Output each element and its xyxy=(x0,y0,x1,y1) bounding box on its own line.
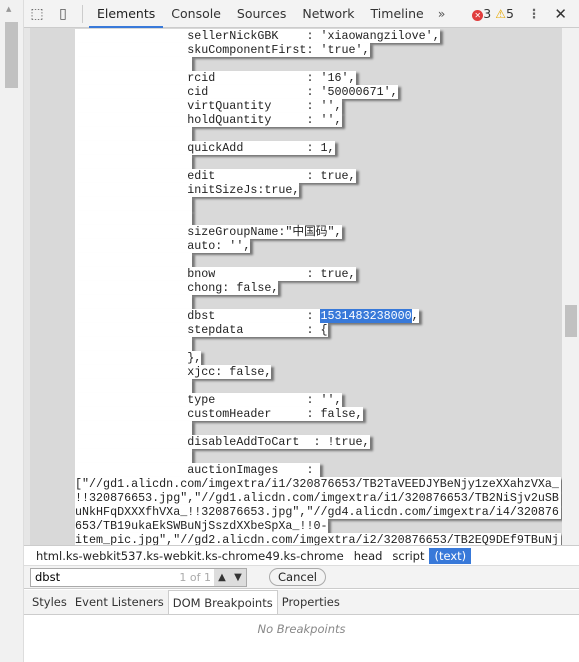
script-text-viewer: sellerNickGBK : 'xiaowangzilove', skuCom… xyxy=(24,28,579,545)
code-line-wrapped: item_pic.jpg","//gd2.alicdn.com/imgextra… xyxy=(75,533,561,545)
tab-dom-breakpoints[interactable]: DOM Breakpoints xyxy=(167,590,278,614)
code-line-wrapped: 653/TB19ukaEkSWBuNjSszdXXbeSpXa_!!0- xyxy=(75,519,328,533)
cancel-button[interactable]: Cancel xyxy=(269,568,326,586)
tab-styles[interactable]: Styles xyxy=(28,590,71,614)
code-line: sellerNickGBK : 'xiaowangzilove', xyxy=(75,29,440,43)
devtools-toolbar: ⬚ ▯ Elements Console Sources Network Tim… xyxy=(24,0,579,28)
code-scrollbar-thumb[interactable] xyxy=(565,305,577,337)
tab-timeline[interactable]: Timeline xyxy=(363,0,432,28)
search-bar: 1 of 1 ▲ ▼ Cancel xyxy=(24,565,579,589)
code-line: holdQuantity : '', xyxy=(75,113,342,127)
page-scrollbar[interactable]: ▲ xyxy=(0,0,24,662)
code-line: initSizeJs:true, xyxy=(75,183,300,197)
warning-count: 5 xyxy=(505,6,514,21)
code-line: bnow : true, xyxy=(75,267,356,281)
code-line: dbst : 1531483238000, xyxy=(75,309,419,323)
previous-match-icon[interactable]: ▲ xyxy=(218,572,226,583)
code-line xyxy=(75,337,192,351)
code-line xyxy=(75,295,192,309)
error-icon: ✕ xyxy=(472,10,484,21)
code-line xyxy=(75,449,192,463)
code-line: auto: '', xyxy=(75,239,251,253)
error-count: 3 xyxy=(483,6,492,21)
code-line xyxy=(75,197,192,211)
code-line: sizeGroupName:"中国码", xyxy=(75,225,342,239)
code-line: customHeader : false, xyxy=(75,407,363,421)
code-line: auctionImages : xyxy=(75,463,321,477)
next-match-icon[interactable]: ▼ xyxy=(234,572,242,583)
page-scrollbar-thumb[interactable] xyxy=(5,22,18,88)
search-input[interactable] xyxy=(31,570,171,584)
breadcrumb-script[interactable]: script xyxy=(387,548,429,564)
code-line xyxy=(75,253,192,267)
code-line xyxy=(75,127,192,141)
code-punctuation: , xyxy=(411,309,419,323)
code-line xyxy=(75,421,192,435)
warning-counter[interactable]: ⚠5 xyxy=(495,6,514,21)
code-line-wrapped: ["//gd1.alicdn.com/imgextra/i1/320876653… xyxy=(75,477,561,491)
code-line-wrapped: !!320876653.jpg","//gd1.alicdn.com/imgex… xyxy=(75,491,561,505)
code-line: rcid : '16', xyxy=(75,71,356,85)
code-line: quickAdd : 1, xyxy=(75,141,335,155)
search-match-highlight: 1531483238000 xyxy=(320,309,412,323)
breadcrumb-html[interactable]: html.ks-webkit537.ks-webkit.ks-chrome49.… xyxy=(31,548,349,564)
tab-properties[interactable]: Properties xyxy=(278,590,344,614)
breadcrumb-head[interactable]: head xyxy=(349,548,388,564)
code-line-wrapped: uNkHFqDXXXfhVXa_!!320876653.jpg","//gd4.… xyxy=(75,505,561,519)
code-line: disableAddToCart : !true, xyxy=(75,435,370,449)
code-gutter xyxy=(24,28,30,545)
code-line: stepdata : { xyxy=(75,323,328,337)
code-line: type : '', xyxy=(75,393,342,407)
inspect-element-icon[interactable]: ⬚ xyxy=(24,6,50,22)
code-line: skuComponentFirst: 'true', xyxy=(75,43,370,57)
code-line: chong: false, xyxy=(75,281,279,295)
match-count: 1 of 1 xyxy=(179,570,211,584)
tab-elements[interactable]: Elements xyxy=(89,0,164,28)
code-line xyxy=(75,379,192,393)
code-lines: sellerNickGBK : 'xiaowangzilove', skuCom… xyxy=(75,29,561,545)
empty-message: No Breakpoints xyxy=(257,622,346,636)
error-counter[interactable]: ✕ 3 xyxy=(472,6,491,21)
code-scrollbar[interactable] xyxy=(562,28,579,545)
tab-network[interactable]: Network xyxy=(294,0,362,28)
dom-breakpoints-pane: No Breakpoints xyxy=(24,615,579,662)
search-box: 1 of 1 ▲ ▼ xyxy=(30,567,247,587)
warning-icon: ⚠ xyxy=(495,7,506,21)
code-line: edit : true, xyxy=(75,169,356,183)
code-line: cid : '50000671', xyxy=(75,85,398,99)
code-line: xjcc: false, xyxy=(75,365,272,379)
tab-console[interactable]: Console xyxy=(163,0,229,28)
toolbar-divider xyxy=(82,4,83,23)
match-navigation: ▲ ▼ xyxy=(214,568,246,586)
code-line xyxy=(75,211,192,225)
scroll-up-arrow-icon[interactable]: ▲ xyxy=(6,5,11,13)
breadcrumb: html.ks-webkit537.ks-webkit.ks-chrome49.… xyxy=(24,545,579,565)
more-options-icon[interactable]: ⋮ xyxy=(528,6,541,21)
code-line xyxy=(75,57,192,71)
code-line: }, xyxy=(75,351,202,365)
code-line xyxy=(75,155,192,169)
tab-event-listeners[interactable]: Event Listeners xyxy=(71,590,168,614)
code-line: virtQuantity : '', xyxy=(75,99,342,113)
device-mode-icon[interactable]: ▯ xyxy=(50,6,76,22)
sidebar-tabs: Styles Event Listeners DOM Breakpoints P… xyxy=(24,590,579,615)
close-icon[interactable]: ✕ xyxy=(554,5,567,23)
tab-sources[interactable]: Sources xyxy=(229,0,294,28)
more-tabs-button[interactable]: » xyxy=(432,6,452,21)
devtools: ⬚ ▯ Elements Console Sources Network Tim… xyxy=(24,0,579,662)
breadcrumb-text[interactable]: (text) xyxy=(429,547,472,564)
